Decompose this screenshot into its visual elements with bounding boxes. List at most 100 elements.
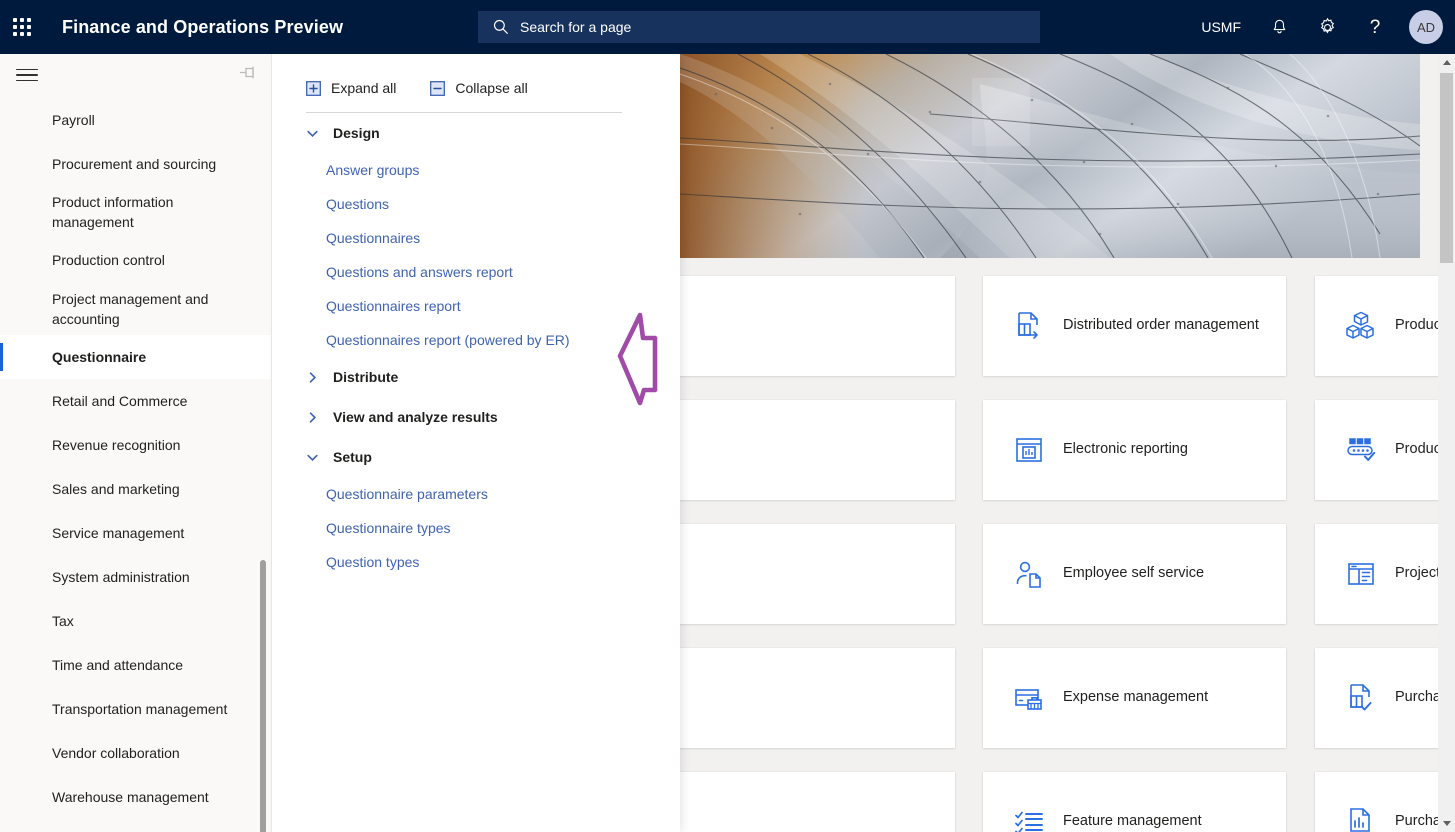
tile-label: Feature management [1063, 811, 1216, 832]
avatar[interactable]: AD [1409, 10, 1443, 44]
company-selector[interactable]: USMF [1187, 0, 1255, 54]
svg-text:?: ? [1370, 17, 1381, 38]
scroll-up-button[interactable] [1438, 54, 1455, 71]
sidebar-scroll-thumb[interactable] [260, 560, 266, 832]
tile-employee-self-service[interactable]: Employee self service [983, 524, 1286, 624]
flyout-group-design[interactable]: Design [272, 113, 680, 153]
expand-all-button[interactable]: Expand all [306, 80, 396, 96]
page-title: Finance and Operations Preview [62, 17, 343, 38]
flyout-group-distribute[interactable]: Distribute [272, 357, 680, 397]
tile[interactable] [652, 772, 955, 832]
flyout-link-questions-and-answers-report[interactable]: Questions and answers report [272, 255, 680, 289]
tile-column-3: Product variant model definition [1315, 276, 1455, 832]
sidebar-item-tax[interactable]: Tax [0, 599, 272, 643]
flyout-link-questionnaires-report-powered-by-er[interactable]: Questionnaires report (powered by ER) [272, 323, 680, 357]
flyout-group-label: Setup [333, 449, 372, 465]
sidebar-header [0, 54, 272, 96]
tile-project-management[interactable]: Project management [1315, 524, 1455, 624]
app-launcher-icon[interactable] [0, 0, 44, 54]
tile-purchase-order-preparation[interactable]: Purchase order preparation [1315, 772, 1455, 832]
settings-button[interactable] [1303, 0, 1351, 54]
sidebar-item-service-management[interactable]: Service management [0, 511, 272, 555]
search-placeholder-text: Search for a page [520, 19, 631, 35]
sidebar-item-label: Procurement and sourcing [52, 154, 216, 174]
sidebar-item-procurement-and-sourcing[interactable]: Procurement and sourcing [0, 142, 272, 186]
sidebar-item-transportation-management[interactable]: Transportation management [0, 687, 272, 731]
sidebar-item-label: Sales and marketing [52, 479, 180, 499]
tile[interactable] [652, 648, 955, 748]
sidebar-item-label: Time and attendance [52, 655, 183, 675]
flyout-group-view-and-analyze-results[interactable]: View and analyze results [272, 397, 680, 437]
sidebar-item-label: Production control [52, 250, 165, 270]
sidebar-item-payroll[interactable]: Payroll [0, 98, 272, 142]
tile-expense-management[interactable]: Expense management [983, 648, 1286, 748]
sidebar-item-label: Warehouse management [52, 787, 209, 807]
flyout-toolbar: Expand all Collapse all [272, 54, 680, 96]
sidebar-item-questionnaire[interactable]: Questionnaire [0, 335, 272, 379]
tile-column-1 [652, 276, 955, 832]
report-window-icon [1005, 434, 1053, 466]
tile-distributed-order-management[interactable]: Distributed order management [983, 276, 1286, 376]
chevron-down-icon [306, 451, 319, 464]
gear-icon [1317, 17, 1338, 38]
sidebar-item-label: Tax [52, 611, 74, 631]
flyout-link-questionnaires-report[interactable]: Questionnaires report [272, 289, 680, 323]
sidebar-item-revenue-recognition[interactable]: Revenue recognition [0, 423, 272, 467]
sidebar-item-vendor-collaboration[interactable]: Vendor collaboration [0, 731, 272, 775]
sidebar-item-sales-and-marketing[interactable]: Sales and marketing [0, 467, 272, 511]
question-mark-icon: ? [1365, 16, 1385, 38]
tile-feature-management[interactable]: Feature management [983, 772, 1286, 832]
tile[interactable] [652, 524, 955, 624]
sidebar-item-project-management-and-accounting[interactable]: Project management and accounting [0, 283, 272, 336]
sidebar-item-time-and-attendance[interactable]: Time and attendance [0, 643, 272, 687]
expand-all-label: Expand all [331, 80, 396, 96]
tile-grid: Distributed order management Electronic … [652, 276, 1433, 832]
hamburger-icon[interactable] [16, 65, 38, 86]
sidebar-item-system-administration[interactable]: System administration [0, 555, 272, 599]
project-grid-icon [1337, 558, 1385, 590]
document-arrow-icon [1005, 309, 1053, 343]
flyout-link-questionnaire-types[interactable]: Questionnaire types [272, 511, 680, 545]
scroll-down-button[interactable] [1438, 815, 1455, 832]
scroll-thumb[interactable] [1440, 73, 1453, 263]
top-header: Finance and Operations Preview Search fo… [0, 0, 1455, 54]
flyout-link-question-types[interactable]: Question types [272, 545, 680, 579]
tile[interactable] [652, 276, 955, 376]
document-check-icon [1337, 681, 1385, 715]
main-vertical-scrollbar[interactable] [1438, 54, 1455, 832]
checklist-icon [1005, 806, 1053, 832]
header-actions: USMF ? AD [1187, 0, 1455, 54]
pin-icon[interactable] [238, 65, 256, 86]
bell-icon [1270, 18, 1289, 37]
questionnaire-flyout-panel: Expand all Collapse all Design Answer gr… [272, 54, 680, 832]
tile-product-variant-model-definition[interactable]: Product variant model definition [1315, 276, 1455, 376]
flyout-link-questionnaire-parameters[interactable]: Questionnaire parameters [272, 477, 680, 511]
sidebar-item-label: Revenue recognition [52, 435, 180, 455]
help-button[interactable]: ? [1351, 0, 1399, 54]
collapse-all-button[interactable]: Collapse all [430, 80, 527, 96]
search-input[interactable]: Search for a page [478, 11, 1040, 43]
sidebar-item-production-control[interactable]: Production control [0, 239, 272, 283]
flyout-link-questions[interactable]: Questions [272, 187, 680, 221]
tile-label: Expense management [1063, 687, 1222, 709]
flyout-link-answer-groups[interactable]: Answer groups [272, 153, 680, 187]
waffle-grid [13, 18, 31, 36]
workspace-banner-image [680, 54, 1420, 258]
sidebar-item-label: Transportation management [52, 699, 227, 719]
sidebar-item-label: Project management and accounting [52, 289, 256, 330]
tile[interactable] [652, 400, 955, 500]
banner-artwork [680, 54, 1420, 258]
boxes-icon [1337, 309, 1385, 343]
sidebar-item-product-information-management[interactable]: Product information management [0, 186, 272, 239]
chevron-up-icon [1443, 60, 1451, 65]
sidebar-item-warehouse-management[interactable]: Warehouse management [0, 775, 272, 819]
tile-label: Distributed order management [1063, 315, 1273, 337]
flyout-group-setup[interactable]: Setup [272, 437, 680, 477]
tile-purchase-order-confirmation[interactable]: Purchase order confirmation [1315, 648, 1455, 748]
tile-production-floor-management[interactable]: Production floor management [1315, 400, 1455, 500]
notifications-button[interactable] [1255, 0, 1303, 54]
chevron-down-icon [306, 127, 319, 140]
tile-electronic-reporting[interactable]: Electronic reporting [983, 400, 1286, 500]
flyout-link-questionnaires[interactable]: Questionnaires [272, 221, 680, 255]
sidebar-item-retail-and-commerce[interactable]: Retail and Commerce [0, 379, 272, 423]
